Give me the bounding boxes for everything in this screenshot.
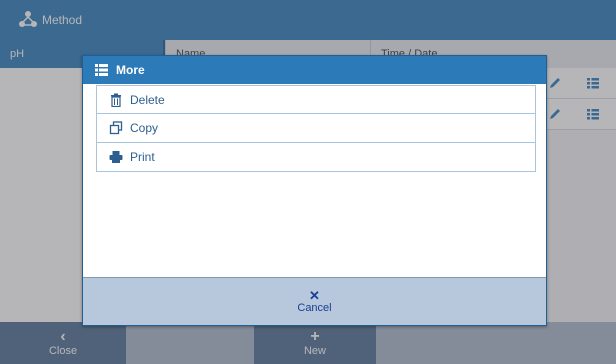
screen: Method pH Name Time / Date ‹ Close + New… [0,0,616,364]
more-menu: Delete Copy Print [96,85,536,172]
copy-button[interactable]: Copy [96,114,536,143]
dialog-header: More [83,56,546,84]
cancel-label: Cancel [297,302,332,314]
printer-icon [109,150,123,164]
print-button[interactable]: Print [96,143,536,172]
dialog-title: More [116,63,145,77]
more-dialog: More Delete Copy Print ✕ Cancel [82,55,547,326]
delete-button[interactable]: Delete [96,85,536,114]
print-label: Print [130,150,155,164]
copy-icon [109,121,123,135]
close-icon: ✕ [309,288,320,303]
list-icon [95,64,108,76]
delete-label: Delete [130,92,165,107]
cancel-button[interactable]: ✕ Cancel [83,277,546,325]
trash-icon [109,93,123,107]
copy-label: Copy [130,121,159,135]
